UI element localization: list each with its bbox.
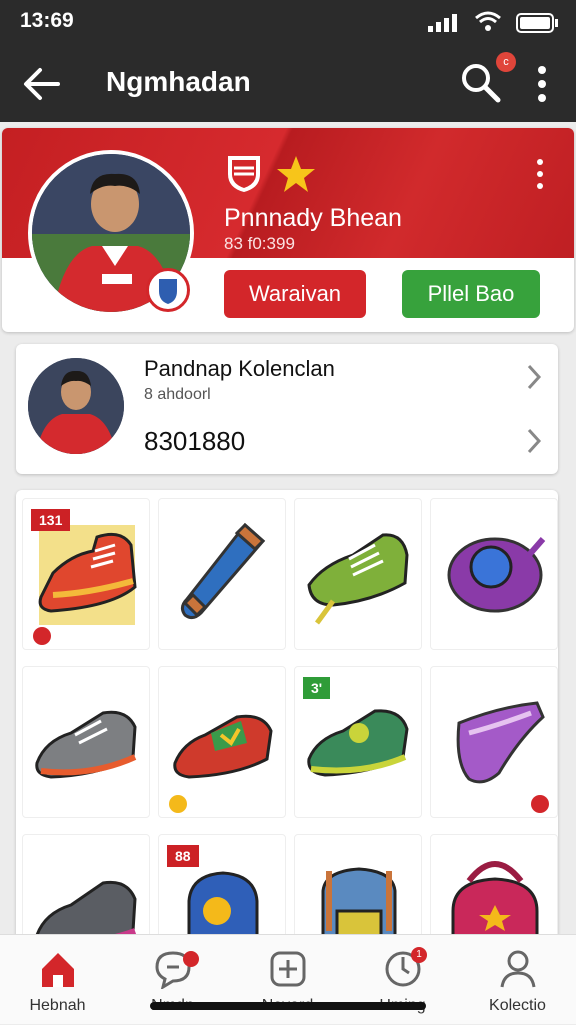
secondary-action-button[interactable]: Pllel Bao xyxy=(402,270,540,318)
shoe-icon xyxy=(307,533,409,625)
status-time: 13:69 xyxy=(20,9,74,32)
card-value: 8301880 xyxy=(144,426,246,456)
wifi-icon xyxy=(475,11,501,31)
nav-item-timer[interactable]: 1 Hming xyxy=(345,935,460,1025)
chat-badge xyxy=(183,951,199,967)
back-arrow-icon[interactable] xyxy=(22,64,62,104)
profile-menu-icon[interactable] xyxy=(532,158,548,190)
nav-item-chat[interactable]: Nmdn xyxy=(115,935,230,1025)
grid-item[interactable]: 88 xyxy=(158,834,286,950)
nav-label: Hebnah xyxy=(29,997,86,1014)
coin-icon xyxy=(169,795,187,813)
app-bar: Nɡmhadan c xyxy=(0,44,576,122)
club-crest-icon xyxy=(228,156,260,192)
bat-icon xyxy=(180,522,266,620)
player-info-card[interactable]: Pandnap Kolenclan 8 ahdoorl 8301880 xyxy=(16,344,558,474)
bottom-nav: Hebnah Nmdn Nevard 1 Hming Kolectio xyxy=(0,934,576,1024)
grid-item[interactable] xyxy=(294,834,422,950)
more-vert-icon[interactable] xyxy=(532,64,552,104)
grid-item[interactable] xyxy=(430,498,558,650)
nav-item-home[interactable]: Hebnah xyxy=(0,935,115,1025)
card-avatar xyxy=(28,358,124,454)
chevron-right-icon[interactable] xyxy=(524,362,544,392)
grid-item[interactable]: 131 xyxy=(22,498,150,650)
grid-item[interactable] xyxy=(294,498,422,650)
collection-grid: 131 3' 88 xyxy=(16,490,558,950)
status-bar: 13:69 xyxy=(0,0,576,44)
grid-item[interactable] xyxy=(22,666,150,818)
grid-item[interactable] xyxy=(430,834,558,950)
primary-action-button[interactable]: Waraivan xyxy=(224,270,366,318)
home-icon xyxy=(42,953,74,987)
timer-badge: 1 xyxy=(411,947,427,963)
star-icon xyxy=(277,156,315,192)
card-name: Pandnap Kolenclan xyxy=(144,356,335,381)
signal-icon xyxy=(428,14,457,32)
home-indicator xyxy=(150,1002,426,1010)
club-badge-icon xyxy=(146,268,190,312)
sandal-icon xyxy=(456,701,545,784)
coin-icon xyxy=(531,795,549,813)
item-tag: 3' xyxy=(303,677,331,699)
nav-item-profile[interactable]: Kolectio xyxy=(460,935,575,1025)
profile-name: Pnnnady Bhean xyxy=(224,204,402,232)
nav-item-add[interactable]: Nevard xyxy=(230,935,345,1025)
grid-item[interactable] xyxy=(22,834,150,950)
shoe-icon xyxy=(307,709,409,777)
profile-subtitle: 83 f0:399 xyxy=(224,234,295,253)
grid-item[interactable] xyxy=(158,498,286,650)
grid-item[interactable] xyxy=(158,666,286,818)
search-badge: c xyxy=(496,52,516,72)
nav-label: Kolectio xyxy=(489,997,546,1014)
coin-icon xyxy=(33,627,51,645)
search-icon[interactable] xyxy=(460,62,502,104)
add-square-icon xyxy=(270,951,306,987)
chevron-right-icon[interactable] xyxy=(524,426,544,456)
boot-icon xyxy=(35,710,137,779)
card-subtitle: 8 ahdoorl xyxy=(144,386,211,403)
boot-icon xyxy=(38,532,137,613)
bag-icon xyxy=(447,537,546,613)
page-title: Nɡmhadan xyxy=(106,66,251,97)
profile-header: Pnnnady Bhean 83 f0:399 Waraivan Pllel B… xyxy=(2,128,574,332)
grid-item[interactable]: 3' xyxy=(294,666,422,818)
person-icon xyxy=(500,950,536,988)
item-tag: 88 xyxy=(167,845,199,867)
item-tag: 131 xyxy=(31,509,71,531)
battery-icon xyxy=(516,13,558,33)
grid-item[interactable] xyxy=(430,666,558,818)
shoe-icon xyxy=(173,714,273,779)
